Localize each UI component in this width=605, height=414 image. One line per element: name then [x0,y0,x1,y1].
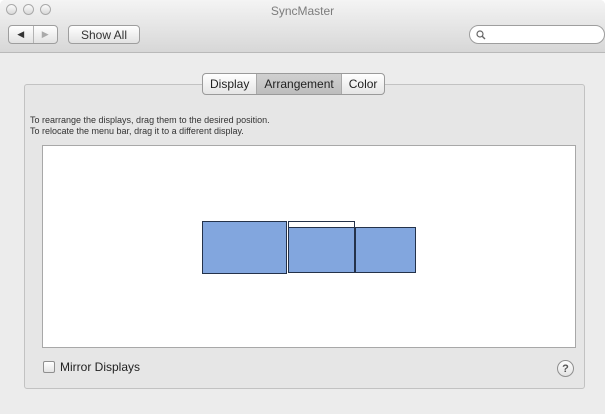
preferences-window: SyncMaster ◀ ▶ Show All Display Arrangem… [0,0,605,414]
tab-arrangement[interactable]: Arrangement [257,74,342,94]
mirror-displays-label: Mirror Displays [60,360,141,374]
triangle-right-icon: ▶ [41,29,49,39]
search-field[interactable] [469,25,605,44]
triangle-left-icon: ◀ [17,29,25,39]
tab-display[interactable]: Display [203,74,258,94]
display-arrangement-area[interactable] [42,145,576,348]
display-1[interactable] [202,221,287,274]
display-3[interactable] [355,227,416,273]
search-input[interactable] [490,27,594,42]
instructions: To rearrange the displays, drag them to … [30,115,270,137]
window-titlebar: SyncMaster ◀ ▶ Show All [0,0,605,53]
show-all-button[interactable]: Show All [68,25,140,44]
nav-buttons: ◀ ▶ [8,25,58,44]
mirror-displays-checkbox[interactable] [43,361,55,373]
back-button[interactable]: ◀ [9,26,34,43]
magnifier-icon [476,29,486,39]
instruction-line-1: To rearrange the displays, drag them to … [30,115,270,125]
mirror-displays-option[interactable]: Mirror Displays [43,360,140,374]
instruction-line-2: To relocate the menu bar, drag it to a d… [30,126,244,136]
display-2[interactable] [288,227,355,273]
tab-color[interactable]: Color [342,74,385,94]
window-title: SyncMaster [270,4,335,18]
tab-bar: Display Arrangement Color [202,73,386,95]
forward-button[interactable]: ▶ [34,26,58,43]
help-button[interactable]: ? [557,360,574,377]
